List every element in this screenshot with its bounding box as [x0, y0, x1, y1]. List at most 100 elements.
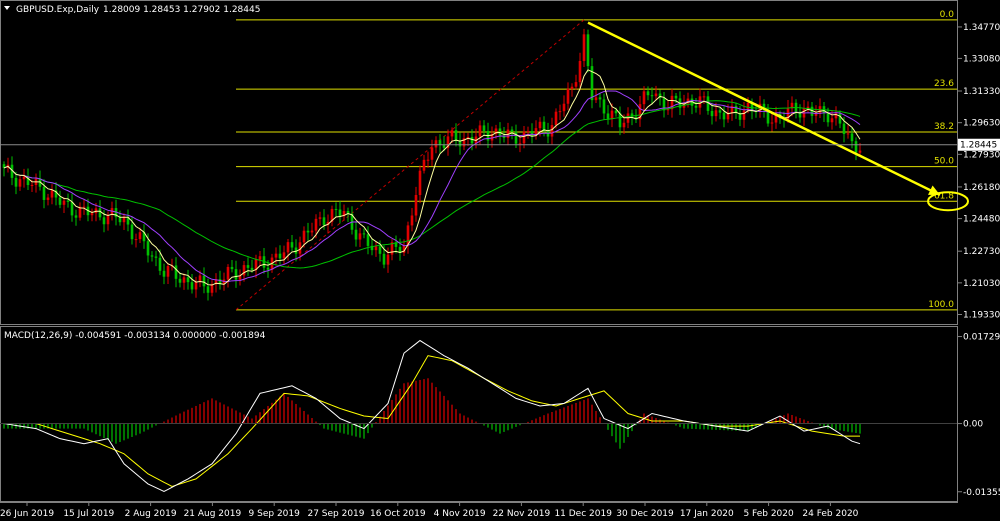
candle-body: [146, 241, 150, 256]
candle-body: [454, 130, 458, 142]
candle-body: [358, 233, 362, 240]
candle-body: [366, 234, 370, 246]
price-chart[interactable]: 0.023.638.250.061.8100.0 1.347701.330801…: [0, 0, 1000, 521]
candle-body: [334, 208, 338, 210]
candle-body: [614, 110, 618, 114]
candle-body: [742, 110, 746, 120]
candle-body: [550, 125, 554, 137]
price-tick-label: 1.27930: [963, 150, 1000, 160]
candle-body: [102, 217, 106, 225]
price-tick-label: 1.22730: [963, 247, 1000, 257]
svg-text:1.28445: 1.28445: [960, 141, 997, 151]
candle-body: [606, 113, 610, 119]
candle-body: [266, 267, 270, 270]
time-tick-label: 27 Sep 2019: [307, 509, 364, 519]
candle-body: [274, 253, 278, 258]
candle-body: [702, 96, 706, 98]
candle-body: [470, 136, 474, 144]
candle-body: [362, 233, 366, 235]
candle-body: [770, 122, 774, 124]
candle-body: [182, 277, 186, 283]
candle-body: [598, 97, 602, 100]
time-tick-label: 17 Jan 2020: [680, 509, 734, 519]
time-tick-label: 11 Dec 2019: [554, 509, 612, 519]
candle-body: [430, 147, 434, 160]
candle-body: [162, 270, 166, 277]
candle-body: [450, 130, 454, 137]
candle-body: [150, 255, 154, 257]
chart-background: [0, 0, 1000, 521]
time-tick-label: 5 Feb 2020: [743, 509, 794, 519]
candle-body: [190, 282, 194, 290]
macd-tick-label: 0.017293: [963, 333, 1000, 343]
price-tick-label: 1.34770: [963, 23, 1000, 33]
candle-body: [118, 217, 122, 223]
candle-body: [314, 218, 318, 231]
macd-tick-label: -0.013553: [963, 488, 1000, 498]
candle-body: [674, 95, 678, 99]
candle-body: [230, 266, 234, 270]
candle-body: [610, 110, 614, 119]
candle-body: [206, 286, 210, 293]
current-price-label: 1.28445: [958, 138, 1000, 151]
candle-body: [354, 229, 358, 240]
macd-title: MACD(12,26,9) -0.004591 -0.003134 0.0000…: [4, 331, 266, 341]
fib-level-label: 23.6: [934, 79, 954, 89]
candle-body: [374, 246, 378, 251]
candle-body: [234, 269, 238, 280]
candle-body: [378, 246, 382, 254]
candle-body: [98, 208, 102, 218]
candle-body: [538, 121, 542, 129]
candle-body: [18, 179, 22, 187]
candle-body: [158, 257, 162, 271]
candle-body: [258, 256, 262, 260]
time-tick-label: 4 Nov 2019: [434, 509, 486, 519]
ohlc-values: 1.28009 1.28453 1.27902 1.28445: [103, 5, 260, 15]
candle-body: [310, 230, 314, 233]
candle-body: [482, 125, 486, 131]
candle-body: [582, 34, 586, 61]
candle-body: [322, 217, 326, 226]
time-tick-label: 15 Jul 2019: [63, 509, 114, 519]
candle-body: [414, 195, 418, 216]
fib-level-label: 38.2: [934, 122, 954, 132]
candle-body: [106, 214, 110, 225]
fib-level-label: 0.0: [940, 10, 955, 20]
candle-body: [570, 86, 574, 89]
candle-body: [562, 103, 566, 112]
candle-body: [178, 278, 182, 283]
candle-body: [574, 82, 578, 87]
candle-body: [858, 150, 862, 153]
candle-body: [94, 208, 98, 214]
candle-body: [30, 184, 34, 186]
candle-body: [642, 91, 646, 105]
time-tick-label: 21 Aug 2019: [184, 509, 242, 519]
candle-body: [654, 93, 658, 97]
candle-body: [510, 129, 514, 132]
candle-body: [586, 34, 590, 67]
candle-body: [226, 266, 230, 280]
candle-body: [418, 170, 422, 196]
candle-body: [530, 131, 534, 136]
candle-body: [526, 131, 530, 133]
candle-body: [46, 197, 50, 200]
candle-body: [202, 275, 206, 287]
candle-body: [710, 110, 714, 117]
candle-body: [134, 239, 138, 241]
candle-body: [854, 141, 858, 153]
candle-body: [14, 177, 18, 187]
candle-body: [718, 110, 722, 113]
candle-body: [50, 190, 54, 198]
candle-body: [842, 123, 846, 134]
candle-body: [282, 252, 286, 259]
candle-body: [306, 230, 310, 233]
price-tick-label: 1.21030: [963, 279, 1000, 289]
candle-body: [286, 242, 290, 253]
candle-body: [290, 242, 294, 248]
time-tick-label: 9 Sep 2019: [249, 509, 301, 519]
candle-body: [838, 113, 842, 124]
candle-body: [554, 111, 558, 126]
price-tick-label: 1.29630: [963, 119, 1000, 129]
candle-body: [42, 186, 46, 200]
candle-body: [90, 213, 94, 216]
